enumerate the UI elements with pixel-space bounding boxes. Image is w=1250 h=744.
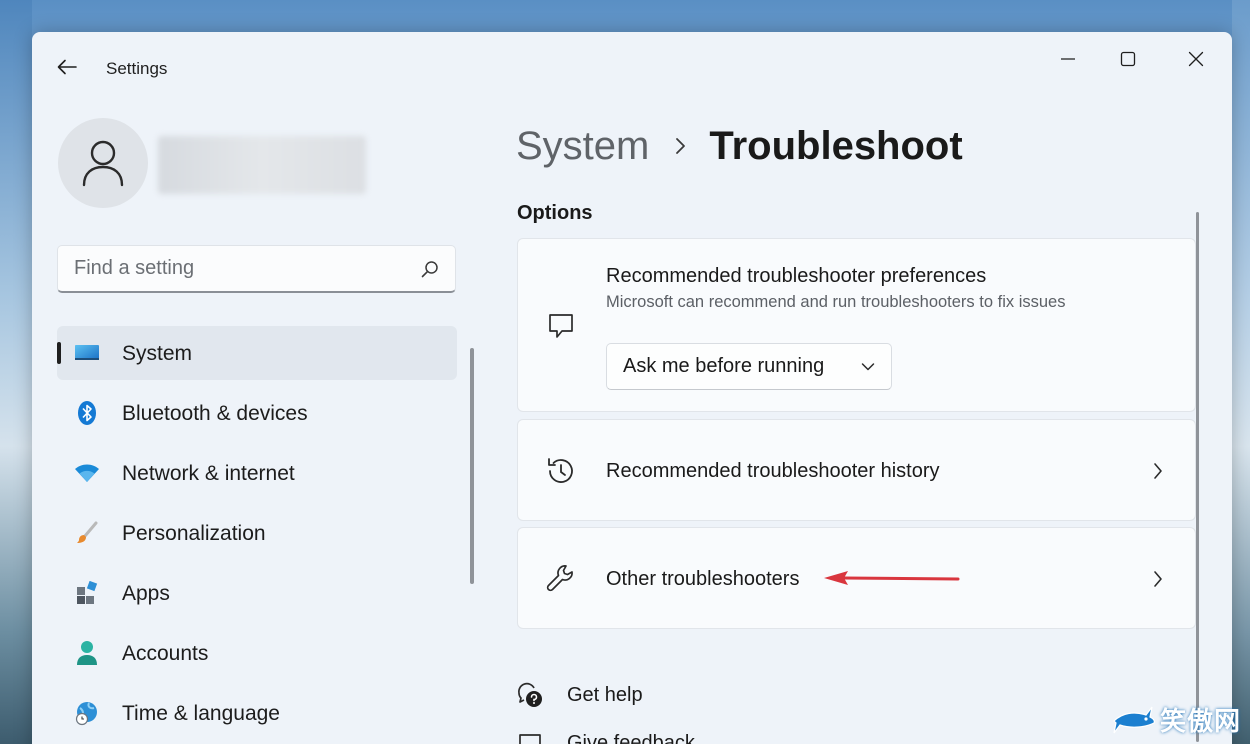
sidebar-item-bluetooth[interactable]: Bluetooth & devices xyxy=(57,386,457,440)
minimize-button[interactable] xyxy=(1038,38,1098,80)
other-troubleshooters-title: Other troubleshooters xyxy=(606,568,800,590)
sidebar-item-accounts[interactable]: Accounts xyxy=(57,626,457,680)
maximize-icon xyxy=(1120,51,1136,67)
display-icon xyxy=(73,340,101,366)
wifi-icon xyxy=(73,460,101,486)
breadcrumb-parent[interactable]: System xyxy=(516,124,649,169)
troubleshooter-preference-dropdown[interactable]: Ask me before running xyxy=(606,343,892,390)
sidebar-item-personalization[interactable]: Personalization xyxy=(57,506,457,560)
annotation-arrow-icon xyxy=(824,571,960,585)
sidebar-item-label: Personalization xyxy=(122,522,266,545)
sidebar-item-label: Network & internet xyxy=(122,462,295,485)
bluetooth-icon xyxy=(73,400,101,426)
globe-clock-icon xyxy=(73,700,101,726)
watermark-text: 笑傲网 xyxy=(1160,705,1242,736)
sidebar-nav: System Bluetooth & devices Network & int… xyxy=(57,326,457,744)
sidebar-item-label: Bluetooth & devices xyxy=(122,402,308,425)
give-feedback-label: Give feedback xyxy=(567,731,695,744)
apps-icon xyxy=(73,580,101,606)
main-scrollbar[interactable] xyxy=(1196,212,1199,742)
search-input[interactable] xyxy=(74,257,421,280)
back-button[interactable] xyxy=(50,52,84,82)
chevron-right-icon xyxy=(1147,568,1169,590)
search-box[interactable] xyxy=(57,245,456,293)
chevron-right-icon xyxy=(1147,460,1169,482)
page-title: Troubleshoot xyxy=(709,123,963,168)
give-feedback-link[interactable]: Give feedback xyxy=(516,726,695,744)
get-help-link[interactable]: Get help xyxy=(516,678,643,712)
help-chat-icon xyxy=(516,681,544,709)
minimize-icon xyxy=(1061,58,1075,60)
history-title: Recommended troubleshooter history xyxy=(606,460,940,482)
sidebar-item-apps[interactable]: Apps xyxy=(57,566,457,620)
user-avatar[interactable] xyxy=(58,118,148,208)
close-icon xyxy=(1188,51,1204,67)
sidebar-item-system[interactable]: System xyxy=(57,326,457,380)
watermark: 笑傲网 xyxy=(1112,696,1242,742)
user-name-redacted xyxy=(158,136,366,194)
desktop-wallpaper-left xyxy=(0,0,32,744)
feedback-icon xyxy=(516,729,544,744)
chevron-down-icon xyxy=(861,362,875,370)
brush-icon xyxy=(73,520,101,546)
desktop-wallpaper-right xyxy=(1232,0,1250,744)
breadcrumb: System Troubleshoot xyxy=(516,120,963,172)
settings-window: Settings Find a setting System Bluetooth… xyxy=(32,32,1232,744)
chat-bubble-icon xyxy=(544,309,578,343)
get-help-label: Get help xyxy=(567,683,643,706)
maximize-button[interactable] xyxy=(1098,38,1158,80)
shark-logo-icon xyxy=(1113,706,1155,734)
sidebar-item-network[interactable]: Network & internet xyxy=(57,446,457,500)
person-icon xyxy=(73,640,101,666)
card-troubleshooter-history[interactable]: Recommended troubleshooter history xyxy=(517,419,1196,521)
title-bar: Settings xyxy=(32,32,1232,102)
sidebar-item-time-language[interactable]: Time & language xyxy=(57,686,457,740)
close-button[interactable] xyxy=(1166,38,1226,80)
active-indicator xyxy=(57,342,61,364)
sidebar-item-label: Apps xyxy=(122,582,170,605)
app-title: Settings xyxy=(106,59,168,78)
sidebar-item-label: Accounts xyxy=(122,642,209,665)
card-other-troubleshooters[interactable]: Other troubleshooters xyxy=(517,527,1196,629)
person-outline-icon xyxy=(82,140,124,187)
history-icon xyxy=(544,454,578,488)
sidebar-scrollbar[interactable] xyxy=(470,348,474,584)
wrench-icon xyxy=(544,562,578,596)
sidebar-item-label: Time & language xyxy=(122,702,280,725)
section-title-options: Options xyxy=(517,202,593,224)
preferences-title: Recommended troubleshooter preferences xyxy=(606,265,987,287)
search-icon[interactable] xyxy=(421,260,439,278)
card-troubleshooter-preferences: Recommended troubleshooter preferences M… xyxy=(517,238,1196,412)
chevron-right-icon xyxy=(675,136,687,156)
dropdown-selected-value: Ask me before running xyxy=(623,355,825,377)
back-arrow-icon xyxy=(57,59,77,75)
sidebar-item-label: System xyxy=(122,342,193,365)
preferences-description: Microsoft can recommend and run troubles… xyxy=(606,293,1066,311)
